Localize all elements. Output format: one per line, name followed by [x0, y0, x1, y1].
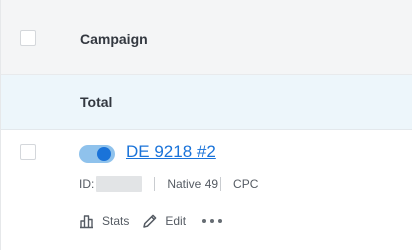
stats-label: Stats [102, 214, 130, 228]
redacted-id [96, 176, 143, 192]
pencil-icon [141, 212, 159, 230]
campaign-column-header[interactable]: Campaign [80, 31, 148, 47]
select-all-checkbox[interactable] [20, 30, 36, 46]
more-dots-icon[interactable] [202, 219, 223, 223]
row-checkbox[interactable] [20, 144, 36, 160]
model-label: CPC [233, 177, 259, 191]
bar-chart-icon [79, 213, 95, 229]
campaign-status-toggle[interactable] [79, 145, 115, 163]
edit-button[interactable]: Edit [141, 212, 186, 230]
dot [202, 219, 207, 223]
total-label: Total [80, 94, 113, 110]
table-header-row: Campaign [1, 0, 412, 75]
divider [220, 177, 222, 191]
campaign-meta: ID: Native 49 CPC [79, 176, 264, 192]
row-actions: Stats Edit [79, 212, 223, 230]
stats-button[interactable]: Stats [79, 213, 129, 229]
network-label: Native 49 [167, 177, 219, 191]
id-label: ID: [79, 177, 95, 191]
toggle-knob [97, 147, 111, 161]
dot [218, 219, 223, 223]
edit-label: Edit [165, 214, 187, 228]
total-row: Total [1, 75, 412, 130]
campaign-table: Campaign Total DE 9218 #2 ID: Native 49 … [0, 0, 412, 250]
table-row: DE 9218 #2 ID: Native 49 CPC Stats Edit [1, 130, 412, 250]
dot [210, 219, 215, 223]
campaign-name-link[interactable]: DE 9218 #2 [126, 142, 216, 162]
divider [154, 177, 156, 191]
